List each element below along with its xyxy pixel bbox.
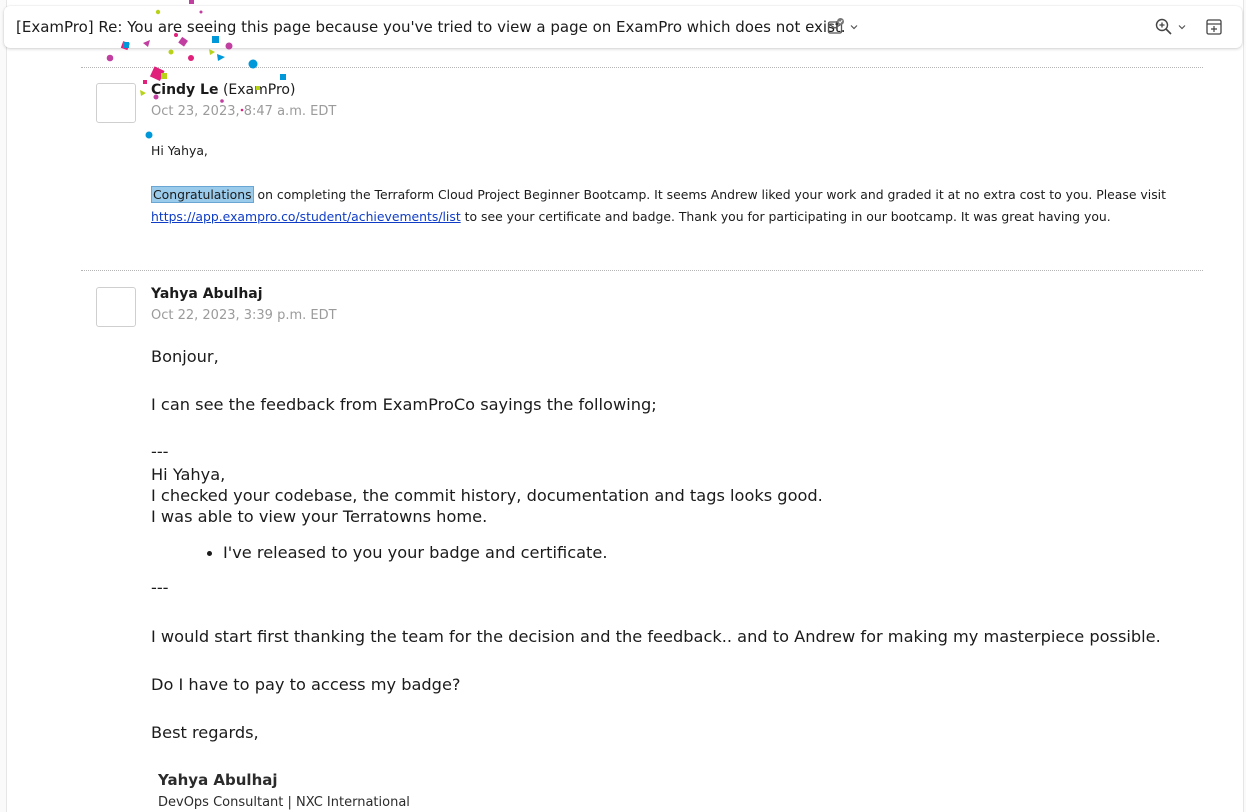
separator-dashes: --- [151,442,169,461]
body-paragraph: I can see the feedback from ExamProCo sa… [151,395,657,414]
message-divider [81,270,1203,271]
highlighted-text: Congratulations [151,186,254,203]
body-paragraph: I would start first thanking the team fo… [151,627,1161,646]
open-in-new-window-button[interactable] [1204,16,1224,38]
body-paragraph: Do I have to pay to access my badge? [151,675,461,694]
quoted-line: I was able to view your Terratowns home. [151,507,488,526]
summary-button[interactable] [826,16,859,38]
subject-header: [ExamPro] Re: You are seeing this page b… [4,6,1242,48]
bullet-item: I've released to you your badge and cert… [223,543,608,562]
message-body-line: https://app.exampro.co/student/achieveme… [151,206,1111,228]
message-date: Oct 22, 2023, 3:39 p.m. EDT [151,308,337,323]
sender-organization: (ExamPro) [222,82,296,98]
message-body-line: Congratulations on completing the Terraf… [151,184,1166,206]
open-in-new-window-icon [1204,17,1224,37]
body-text: to see your certificate and badge. Thank… [460,209,1111,224]
body-paragraph: Best regards, [151,723,259,742]
message-divider [81,67,1203,68]
email-reading-pane: [ExamPro] Re: You are seeing this page b… [0,0,1246,812]
chevron-down-icon [1177,22,1187,32]
signature-title: DevOps Consultant | NXC International [158,795,410,810]
email-subject: [ExamPro] Re: You are seeing this page b… [16,18,846,36]
sender[interactable]: Cindy Le (ExamPro) [151,82,295,98]
sender-name: Cindy Le [151,82,219,98]
message-date: Oct 23, 2023, 8:47 a.m. EDT [151,104,337,119]
message-greeting: Hi Yahya, [151,143,208,158]
zoom-in-icon [1154,17,1174,37]
bullet-marker [207,551,212,556]
separator-dashes: --- [151,578,169,597]
signature-name: Yahya Abulhaj [158,771,278,789]
avatar [96,287,136,327]
chevron-down-icon [849,22,859,32]
avatar [96,83,136,123]
sender-name: Yahya Abulhaj [151,286,263,302]
sender[interactable]: Yahya Abulhaj [151,286,263,302]
body-text: on completing the Terraform Cloud Projec… [253,187,1166,202]
body-paragraph: Bonjour, [151,347,219,366]
zoom-button[interactable] [1154,16,1187,38]
achievements-link[interactable]: https://app.exampro.co/student/achieveme… [151,209,461,224]
envelope-check-icon [826,17,846,37]
quoted-line: Hi Yahya, [151,465,226,484]
quoted-line: I checked your codebase, the commit hist… [151,486,823,505]
